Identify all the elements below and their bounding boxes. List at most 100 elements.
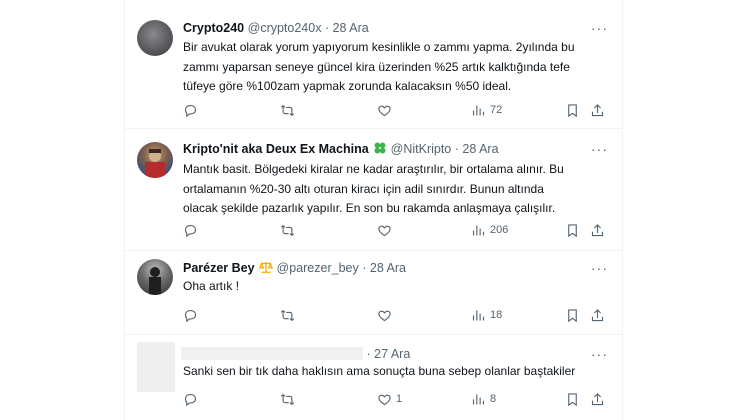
tweet-text-line: olacak şekilde pazarlık yapılır. En son … xyxy=(183,201,556,215)
redacted-name xyxy=(181,347,363,360)
user-handle[interactable]: @parezer_bey xyxy=(277,261,359,275)
reply-icon xyxy=(184,104,197,117)
tweet-actions: 72 xyxy=(183,101,608,119)
more-icon[interactable]: ··· xyxy=(591,259,608,277)
separator-dot: · xyxy=(324,21,330,35)
like-icon xyxy=(378,105,391,116)
tweet-header: Crypto240 @crypto240x · 28 Ara ··· xyxy=(183,19,608,37)
tweet-text: Sanki sen bir tık daha haklısın ama sonu… xyxy=(183,362,604,382)
avatar-figure-icon xyxy=(145,149,165,178)
views-button[interactable]: 18 xyxy=(471,306,502,324)
tweet-text-line: Sanki sen bir tık daha haklısın ama sonu… xyxy=(183,364,576,378)
share-icon xyxy=(591,103,604,116)
more-icon[interactable]: ··· xyxy=(591,140,608,158)
views-icon xyxy=(472,105,485,115)
views-button[interactable]: 8 xyxy=(471,390,496,408)
tweet-header: Parézer Bey @parezer_bey · 28 Ara ··· xyxy=(183,259,608,277)
like-button[interactable] xyxy=(377,101,392,119)
retweet-button[interactable] xyxy=(280,221,295,239)
avatar[interactable] xyxy=(137,20,173,56)
display-name[interactable]: Parézer Bey xyxy=(183,261,255,275)
like-icon xyxy=(378,394,391,405)
like-button[interactable]: 1 xyxy=(377,390,402,408)
views-count: 8 xyxy=(490,393,497,405)
retweet-button[interactable] xyxy=(280,101,295,119)
views-icon xyxy=(472,394,485,404)
likes-count: 1 xyxy=(396,393,403,405)
redacted-avatar xyxy=(137,342,175,392)
share-button[interactable] xyxy=(590,221,605,239)
retweet-button[interactable] xyxy=(280,306,295,324)
tweet-text-line: ortalamanın %20-30 altı oturan kiracı iç… xyxy=(183,181,544,196)
views-button[interactable]: 206 xyxy=(471,221,508,239)
tweet-date[interactable]: 28 Ara xyxy=(462,142,498,156)
tweet-text: Mantık basit. Bölgedeki kiralar ne kadar… xyxy=(183,160,604,219)
tweet-text: Bir avukat olarak yorum yapıyorum kesinl… xyxy=(183,38,604,97)
like-icon xyxy=(378,310,391,321)
more-icon[interactable]: ··· xyxy=(591,19,608,37)
views-count: 72 xyxy=(490,104,503,116)
tweet-date[interactable]: 28 Ara xyxy=(370,261,406,275)
tweet-item[interactable]: Parézer Bey @parezer_bey · 28 Ara ··· Oh… xyxy=(125,250,622,335)
avatar[interactable] xyxy=(137,259,173,295)
like-icon xyxy=(378,225,391,236)
share-icon xyxy=(591,392,604,405)
tweet-text-line: Oha artık ! xyxy=(183,279,240,293)
tweet-text-line: zammı yaparsan seneye güncel kira üzerin… xyxy=(183,59,570,74)
retweet-icon xyxy=(280,309,295,321)
user-handle[interactable]: @crypto240x xyxy=(248,21,322,35)
views-count: 18 xyxy=(490,309,503,321)
bookmark-icon xyxy=(568,223,577,237)
tweet-text-line: Bir avukat olarak yorum yapıyorum kesinl… xyxy=(183,40,575,54)
tweet-text-line: tüfeye göre %100zam yapmak zorunda kalac… xyxy=(183,79,512,93)
tweet-item[interactable]: Crypto240 @crypto240x · 28 Ara ··· Bir a… xyxy=(125,0,622,129)
share-button[interactable] xyxy=(590,390,605,408)
bookmark-button[interactable] xyxy=(565,221,580,239)
bookmark-icon xyxy=(568,308,577,322)
reply-button[interactable] xyxy=(183,101,198,119)
bookmark-button[interactable] xyxy=(565,101,580,119)
retweet-icon xyxy=(280,104,295,116)
clover-emoji-icon xyxy=(373,141,387,160)
tweet-date[interactable]: 28 Ara xyxy=(333,21,369,35)
share-button[interactable] xyxy=(590,306,605,324)
reply-button[interactable] xyxy=(183,390,198,408)
separator-dot: · xyxy=(454,142,459,156)
user-handle[interactable]: @NitKripto xyxy=(391,142,452,156)
views-icon xyxy=(472,310,485,320)
tweet-date[interactable]: 27 Ara xyxy=(374,347,410,361)
avatar-figure-icon xyxy=(149,267,161,295)
tweet-item[interactable]: Kripto'nit aka Deux Ex Machina @NitKript… xyxy=(125,128,622,251)
display-name[interactable]: Kripto'nit aka Deux Ex Machina xyxy=(183,142,369,156)
share-button[interactable] xyxy=(590,101,605,119)
reply-icon xyxy=(184,393,197,406)
separator-dot: · xyxy=(362,261,367,275)
reply-button[interactable] xyxy=(183,306,198,324)
like-button[interactable] xyxy=(377,221,392,239)
bookmark-icon xyxy=(568,392,577,406)
tweet-actions: 206 xyxy=(183,221,608,239)
like-button[interactable] xyxy=(377,306,392,324)
views-icon xyxy=(472,225,485,235)
retweet-button[interactable] xyxy=(280,390,295,408)
tweet-text-line: Mantık basit. Bölgedeki kiralar ne kadar… xyxy=(183,162,564,176)
bookmark-button[interactable] xyxy=(565,390,580,408)
tweet-header: Kripto'nit aka Deux Ex Machina @NitKript… xyxy=(183,140,608,158)
reply-feed: Crypto240 @crypto240x · 28 Ara ··· Bir a… xyxy=(124,0,623,420)
display-name[interactable]: Crypto240 xyxy=(183,21,244,35)
views-count: 206 xyxy=(490,224,509,236)
tweet-actions: 18 xyxy=(183,306,608,324)
tweet-actions: 1 8 xyxy=(183,390,608,408)
avatar[interactable] xyxy=(137,142,173,178)
reply-icon xyxy=(184,309,197,322)
tweet-header: · 27 Ara ··· xyxy=(181,345,608,363)
reply-icon xyxy=(184,224,197,237)
views-button[interactable]: 72 xyxy=(471,101,502,119)
reply-button[interactable] xyxy=(183,221,198,239)
bookmark-icon xyxy=(568,103,577,117)
tweet-item[interactable]: · 27 Ara ··· Sanki sen bir tık daha hakl… xyxy=(125,334,622,420)
bookmark-button[interactable] xyxy=(565,306,580,324)
separator-dot: · xyxy=(366,347,371,361)
share-icon xyxy=(591,308,604,321)
more-icon[interactable]: ··· xyxy=(591,345,608,363)
